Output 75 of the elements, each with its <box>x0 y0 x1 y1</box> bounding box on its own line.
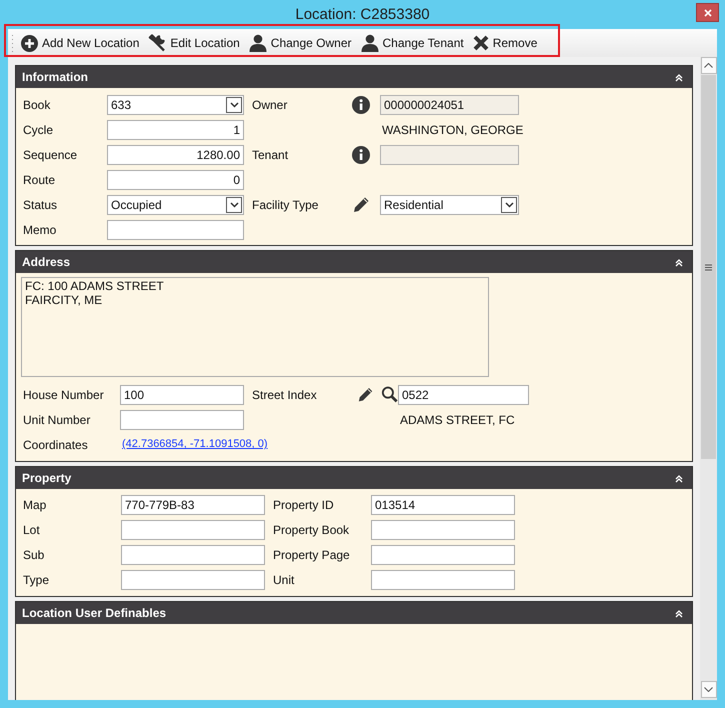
field-label: Sub <box>23 546 46 564</box>
person-icon <box>248 34 267 52</box>
input-field[interactable]: 013514 <box>371 494 515 514</box>
dropdown[interactable]: Occupied <box>107 194 244 214</box>
scrollbar[interactable] <box>700 57 717 700</box>
info-icon[interactable] <box>352 96 370 114</box>
info-icon[interactable] <box>352 146 370 164</box>
collapse-icon[interactable] <box>675 474 683 482</box>
input-field[interactable] <box>371 520 515 540</box>
toolbar-button[interactable]: Add New Location <box>20 32 140 54</box>
input-field[interactable] <box>371 544 515 564</box>
field-label: Owner <box>252 96 288 114</box>
section-header[interactable]: Location User Definables <box>16 602 692 624</box>
toolbar-button[interactable]: Change Owner <box>248 32 353 54</box>
input-field[interactable]: 770-779B-83 <box>121 494 265 514</box>
section-header[interactable]: Information <box>16 66 692 88</box>
toolbar-button[interactable]: Edit Location <box>147 32 241 54</box>
field-label: House Number <box>23 386 105 404</box>
pencil-icon[interactable] <box>352 195 371 214</box>
field-label: Route <box>23 172 56 188</box>
field-label: Status <box>23 196 58 214</box>
scroll-down-button[interactable] <box>700 681 716 698</box>
field-label: Unit <box>273 572 296 588</box>
input-field[interactable] <box>121 570 265 590</box>
section-header[interactable]: Property <box>16 467 692 489</box>
dropdown[interactable]: Residential <box>380 194 519 214</box>
section-title: Location User Definables <box>22 605 166 622</box>
field-label: Tenant <box>252 146 290 164</box>
collapse-icon[interactable] <box>675 258 683 266</box>
address-box[interactable]: FC: 100 ADAMS STREET FAIRCITY, ME <box>21 277 489 377</box>
field-label: Property Book <box>273 522 350 538</box>
scroll-up-button[interactable] <box>700 57 716 74</box>
remove-icon <box>472 35 489 51</box>
grip-icon <box>705 264 712 270</box>
field-label: Map <box>23 496 48 514</box>
field-label: Unit Number <box>23 412 92 428</box>
field-label: Property ID <box>273 496 335 514</box>
field-label: Property Page <box>273 546 351 564</box>
field-label: Type <box>23 572 50 588</box>
input-field[interactable]: 0 <box>107 170 244 190</box>
coordinates-link[interactable]: (42.7366854, -71.1091508, 0) <box>120 436 348 453</box>
scroll-thumb[interactable] <box>701 75 716 459</box>
search-icon[interactable] <box>380 385 398 404</box>
add-icon <box>21 34 38 52</box>
input-field[interactable]: 0522 <box>398 384 529 404</box>
field-label: Cycle <box>23 122 54 138</box>
input-field[interactable]: 1280.00 <box>107 144 244 164</box>
section-title: Property <box>22 470 72 487</box>
dropdown[interactable]: 633 <box>107 94 244 114</box>
section-title: Address <box>22 254 70 271</box>
input-field[interactable] <box>107 220 244 240</box>
collapse-icon[interactable] <box>675 72 683 82</box>
input-field[interactable] <box>120 410 244 430</box>
section-title: Information <box>22 69 88 86</box>
field-label: Coordinates <box>23 436 89 454</box>
toolbar-button[interactable]: Remove <box>472 32 538 54</box>
input-field[interactable] <box>121 520 265 540</box>
input-field[interactable]: 1 <box>107 120 244 140</box>
close-icon <box>704 8 712 16</box>
person-icon <box>360 34 379 52</box>
section-header[interactable]: Address <box>16 251 692 273</box>
field-label: Street Index <box>252 386 318 404</box>
field-label: Sequence <box>23 146 78 164</box>
toolbar-button[interactable]: Change Tenant <box>360 32 465 54</box>
input-field[interactable] <box>371 570 515 590</box>
collapse-icon[interactable] <box>675 608 683 618</box>
close-button[interactable] <box>696 3 719 22</box>
field-label: Memo <box>23 222 58 238</box>
field-label: Book <box>23 96 52 114</box>
input-field[interactable]: 100 <box>120 384 244 404</box>
field-label: Facility Type <box>252 196 320 214</box>
field-label: Lot <box>23 522 41 538</box>
window-title: Location: C2853380 <box>295 4 430 25</box>
street-name: ADAMS STREET, FC <box>399 412 516 428</box>
input-field[interactable] <box>121 544 265 564</box>
